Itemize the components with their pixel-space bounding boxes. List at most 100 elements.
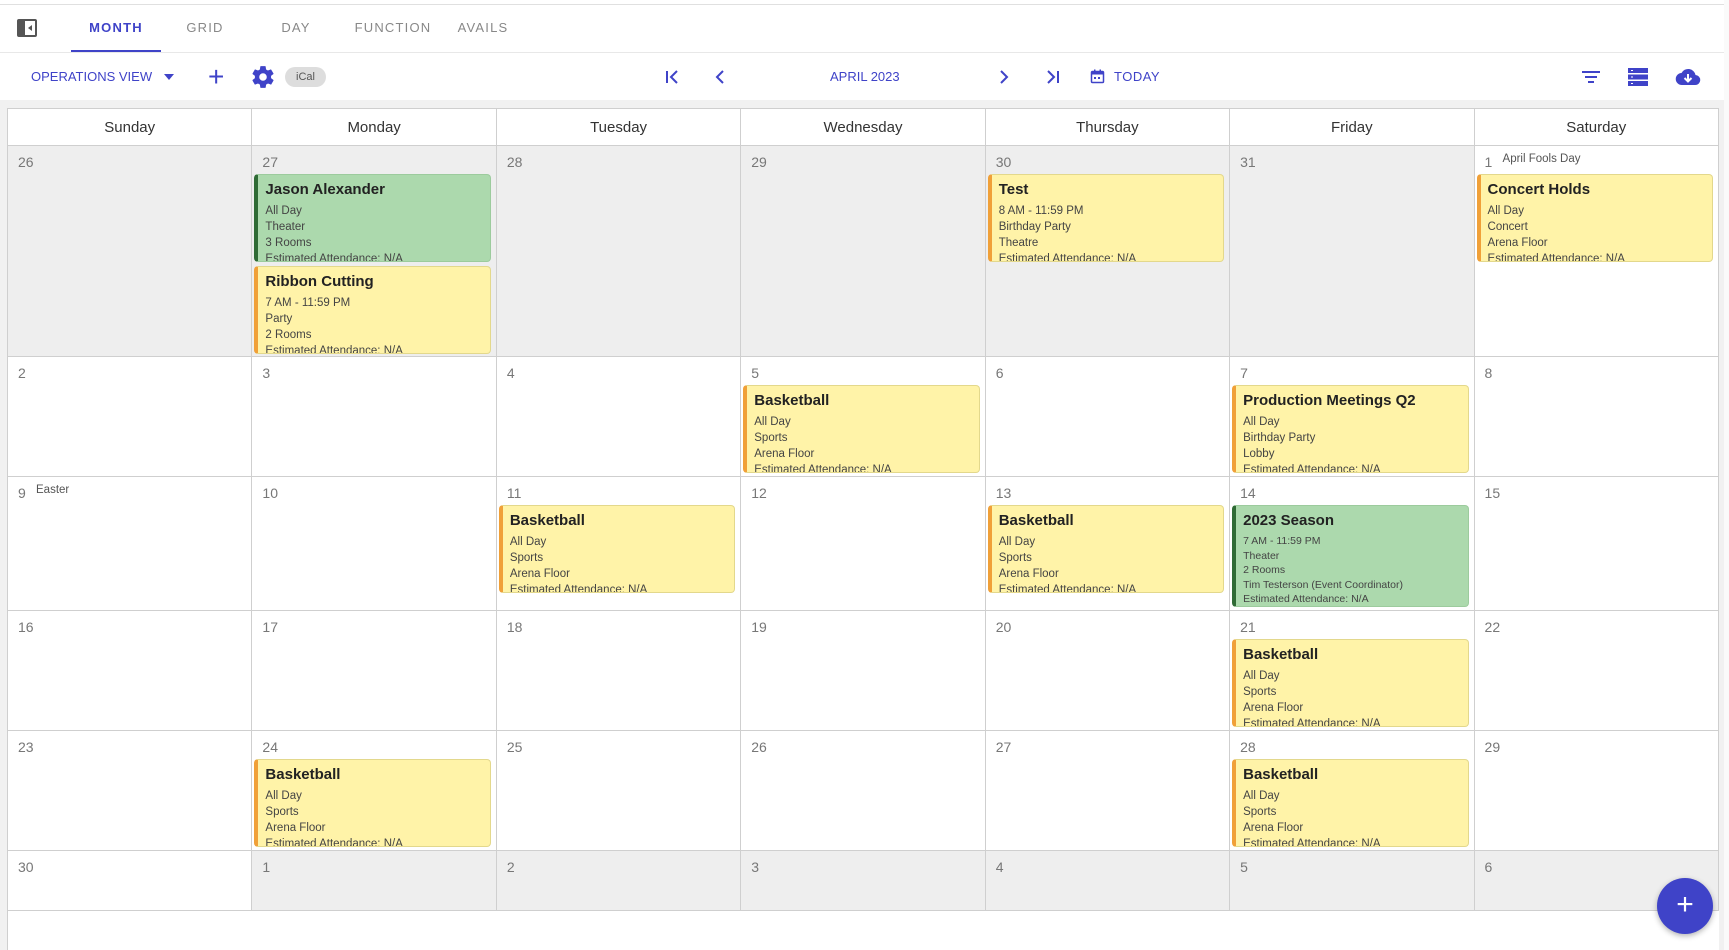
day-cell[interactable]: 16	[8, 611, 253, 730]
day-cell[interactable]: 11 Basketball All Day Sports Arena Floor Esti…	[497, 477, 742, 610]
day-number: 29	[751, 154, 767, 170]
event-detail: All Day	[1487, 205, 1524, 217]
event-card[interactable]: 2023 Season 7 AM - 11:59 PM Theater 2 Rooms…	[1232, 505, 1469, 607]
event-card[interactable]: Basketball All Day Sports Arena Floor Estima…	[254, 759, 491, 847]
chevron-left-icon[interactable]	[713, 53, 727, 100]
day-cell[interactable]: 5	[1230, 851, 1475, 910]
day-cell[interactable]: 7 Production Meetings Q2 All Day Birthday P…	[1230, 357, 1475, 476]
day-cell[interactable]: 29	[741, 146, 986, 356]
day-number: 24	[262, 739, 278, 755]
event-card[interactable]: Basketball All Day Sports Arena Floor Estima…	[1232, 639, 1469, 727]
day-number: 10	[262, 485, 278, 501]
event-detail: Estimated Attendance: N/A	[998, 253, 1137, 262]
day-cell[interactable]: 13 Basketball All Day Sports Arena Floor Esti…	[986, 477, 1231, 610]
event-detail: Sports	[998, 552, 1032, 564]
day-cell[interactable]: 26	[741, 731, 986, 850]
day-number: 1	[262, 859, 271, 875]
day-cell[interactable]: 31	[1230, 146, 1475, 356]
tab-function[interactable]: FUNCTION	[343, 5, 443, 52]
event-detail: Arena Floor	[509, 568, 570, 580]
day-cell[interactable]: 15	[1475, 477, 1719, 610]
day-cell[interactable]: 2	[8, 357, 253, 476]
event-detail: Estimated Attendance: N/A	[1243, 718, 1381, 727]
day-cell[interactable]: 25	[497, 731, 742, 850]
calendar-week: 30 1 2 3 4 5 6	[8, 851, 1719, 911]
event-card[interactable]: Test 8 AM - 11:59 PM Birthday Party Theatre…	[987, 174, 1225, 262]
event-detail: 7 AM - 11:59 PM	[265, 297, 351, 309]
day-cell[interactable]: 30	[8, 851, 253, 910]
day-cell[interactable]: 17	[252, 611, 497, 730]
event-card[interactable]: Ribbon Cutting 7 AM - 11:59 PM Party 2 Room…	[254, 266, 491, 354]
event-card[interactable]: Concert Holds All Day Concert Arena Floor Es…	[1476, 174, 1713, 262]
first-page-icon[interactable]	[664, 53, 682, 100]
event-card[interactable]: Basketball All Day Sports Arena Floor Estima…	[987, 505, 1225, 593]
weekday-header: Sunday Monday Tuesday Wednesday Thursday Frid…	[8, 109, 1719, 146]
tab-avails[interactable]: AVAILS	[443, 5, 523, 52]
day-cell[interactable]: 2	[496, 851, 742, 910]
last-page-icon[interactable]	[1043, 53, 1061, 100]
day-cell[interactable]: 29	[1475, 731, 1719, 850]
day-number: 2	[18, 365, 26, 381]
day-cell[interactable]: 9 Easter	[8, 477, 253, 610]
day-cell[interactable]: 12	[741, 477, 986, 610]
day-cell[interactable]: 26	[8, 146, 253, 356]
event-card[interactable]: Basketball All Day Sports Arena Floor Estima…	[498, 505, 736, 593]
tab-grid[interactable]: GRID	[161, 5, 249, 52]
view-selector[interactable]: OPERATIONS VIEW	[31, 53, 152, 100]
chevron-right-icon[interactable]	[997, 53, 1011, 100]
day-number: 19	[751, 619, 767, 635]
day-cell[interactable]: 23	[8, 731, 253, 850]
add-event-button[interactable]: +	[1657, 878, 1713, 934]
day-number: 5	[751, 365, 760, 381]
day-cell[interactable]: 4	[497, 357, 742, 476]
day-number: 15	[1484, 485, 1501, 501]
chevron-down-icon[interactable]	[164, 53, 174, 100]
filter-icon[interactable]	[1581, 53, 1601, 100]
event-detail: Arena Floor	[754, 448, 815, 460]
event-detail: All Day	[1243, 790, 1280, 802]
event-card[interactable]: Jason Alexander All Day Theater 3 Rooms Esti…	[254, 174, 491, 262]
event-card[interactable]: Basketball All Day Sports Arena Floor Estima…	[743, 385, 980, 473]
gear-icon[interactable]	[250, 53, 276, 100]
event-card[interactable]: Basketball All Day Sports Arena Floor Estima…	[1232, 759, 1469, 847]
cloud-download-icon[interactable]	[1675, 53, 1701, 100]
day-cell[interactable]: 6	[986, 357, 1231, 476]
day-cell[interactable]: 10	[252, 477, 497, 610]
day-cell[interactable]: 8	[1475, 357, 1719, 476]
add-icon[interactable]: +	[208, 53, 224, 100]
event-detail: Arena Floor	[1487, 237, 1548, 249]
day-cell[interactable]: 22	[1475, 611, 1719, 730]
scrollbar[interactable]	[1724, 0, 1729, 950]
day-cell[interactable]: 20	[986, 611, 1231, 730]
day-number: 27	[995, 739, 1012, 755]
day-cell[interactable]: 30 Test 8 AM - 11:59 PM Birthday Party Theat…	[985, 146, 1231, 356]
today-button[interactable]: TODAY	[1090, 53, 1160, 100]
day-cell[interactable]: 14 2023 Season 7 AM - 11:59 PM Theater 2 Roo…	[1230, 477, 1475, 610]
day-cell[interactable]: 4	[985, 851, 1231, 910]
day-cell[interactable]: 27 Jason Alexander All Day Theater 3 Rooms Es…	[252, 146, 497, 356]
event-title: 2023 Season	[1243, 512, 1335, 529]
day-cell[interactable]: 28 Basketball All Day Sports Arena Floor Esti…	[1230, 731, 1475, 850]
day-cell[interactable]: 21 Basketball All Day Sports Arena Floor Esti…	[1230, 611, 1475, 730]
day-cell[interactable]: 27	[986, 731, 1231, 850]
ical-chip[interactable]: iCal	[285, 53, 326, 100]
weekday-monday: Monday	[252, 109, 497, 146]
day-cell[interactable]: 3	[252, 357, 497, 476]
tab-month[interactable]: MONTH	[71, 5, 161, 52]
day-cell[interactable]: 1	[252, 851, 497, 910]
event-detail: Theatre	[998, 237, 1039, 249]
day-cell[interactable]: 5 Basketball All Day Sports Arena Floor Estim…	[741, 357, 986, 476]
day-cell[interactable]: 3	[741, 851, 986, 910]
day-cell[interactable]: 18	[497, 611, 742, 730]
day-cell[interactable]: 1 April Fools Day Concert Holds All Day Conc…	[1475, 146, 1719, 356]
ical-label: iCal	[285, 66, 326, 87]
sidebar-toggle-icon[interactable]	[17, 19, 37, 37]
event-detail: Lobby	[1243, 448, 1275, 460]
event-card[interactable]: Production Meetings Q2 All Day Birthday Pa…	[1232, 385, 1469, 473]
day-cell[interactable]: 28	[496, 146, 742, 356]
day-cell[interactable]: 24 Basketball All Day Sports Arena Floor Esti…	[252, 731, 497, 850]
list-view-icon[interactable]	[1627, 53, 1649, 100]
day-cell[interactable]: 19	[741, 611, 986, 730]
event-detail: Arena Floor	[265, 822, 326, 834]
tab-day[interactable]: DAY	[249, 5, 343, 52]
